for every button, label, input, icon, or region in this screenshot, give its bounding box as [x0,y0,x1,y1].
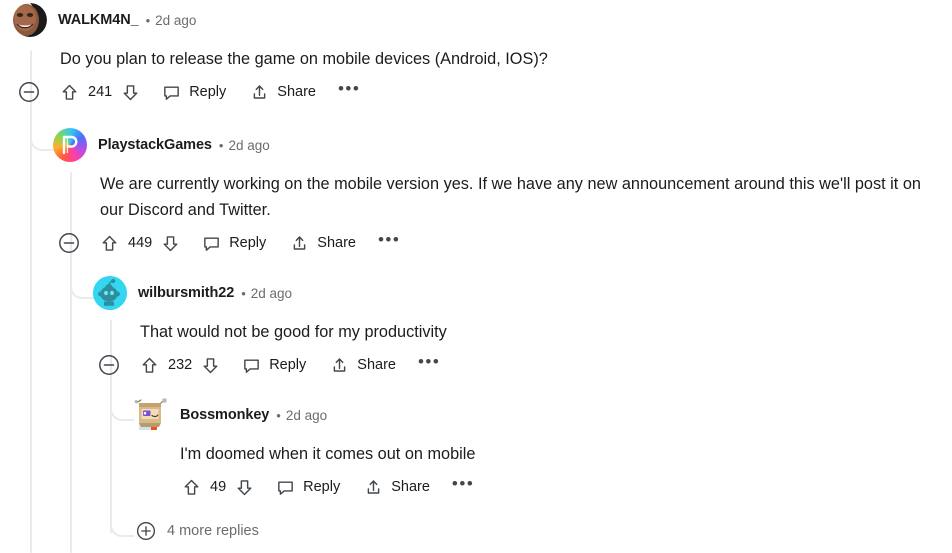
comment-body: We are currently working on the mobile v… [100,175,926,219]
share-label: Share [391,479,430,495]
more-options-button[interactable]: ••• [452,474,474,500]
username-separator: • [218,137,224,153]
comment-timestamp[interactable]: 2d ago [286,408,327,423]
share-button[interactable]: Share [290,230,356,256]
overflow-dots-icon: ••• [451,474,475,493]
comment-header: wilbursmith22 • 2d ago [80,273,952,313]
reply-label: Reply [269,357,307,373]
comment-header: Bossmonkey • 2d ago [120,395,952,435]
comment-action-row: 449 Reply Share ••• [58,230,952,256]
reply-label: Reply [229,235,267,251]
share-icon [250,83,269,102]
username-separator: • [241,285,246,301]
overflow-dots-icon: ••• [377,230,401,249]
overflow-dots-icon: ••• [417,352,441,371]
meme-face-avatar[interactable] [13,3,47,37]
collapse-comment-button[interactable] [18,79,40,105]
share-label: Share [277,84,316,100]
share-label: Share [357,357,396,373]
comment-timestamp[interactable]: 2d ago [155,13,196,28]
vote-group: 449 [100,230,180,256]
vote-count: 49 [210,479,227,495]
reply-button[interactable]: Reply [162,79,226,105]
overflow-dots-icon: ••• [337,79,361,98]
playstack-logo-avatar[interactable] [53,128,87,162]
upvote-button[interactable] [60,83,79,102]
username-separator: • [276,407,281,423]
vote-count: 232 [168,357,193,373]
more-options-button[interactable]: ••• [418,352,440,378]
vote-count: 449 [128,235,153,251]
comment-username[interactable]: WALKM4N_ [58,12,139,28]
box-robot-avatar[interactable] [133,397,169,433]
plus-circle-icon [136,521,156,541]
comment-action-row: 232 Reply Share ••• [98,352,952,378]
reply-label: Reply [303,479,341,495]
more-options-button[interactable]: ••• [378,230,400,256]
more-options-button[interactable]: ••• [338,79,360,105]
upvote-button[interactable] [140,356,159,375]
snoo-cyan-avatar[interactable] [93,276,127,310]
share-icon [330,356,349,375]
username-separator: • [145,12,151,28]
share-icon [364,478,383,497]
comment-username[interactable]: PlaystackGames [98,137,212,153]
comment-timestamp[interactable]: 2d ago [228,138,269,153]
share-label: Share [317,235,356,251]
thread-elbow-connector [110,513,134,537]
comment-bossmonkey: Bossmonkey • 2d ago I'm doomed when it c… [120,395,952,500]
comment-action-row: 49 Reply Share ••• [182,474,952,500]
comment-header: PlaystackGames • 2d ago [40,125,952,165]
comment-username[interactable]: Bossmonkey [180,407,269,423]
comment-body: I'm doomed when it comes out on mobile [180,445,476,463]
reply-label: Reply [189,84,227,100]
more-replies-button[interactable]: 4 more replies [136,521,259,541]
thread-line-depth-0[interactable] [30,50,32,553]
comment-bubble-icon [162,83,181,102]
share-icon [290,234,309,253]
comment-thread: WALKM4N_ • 2d ago Do you plan to release… [0,0,952,553]
reply-button[interactable]: Reply [202,230,266,256]
comment-playstackgames: PlaystackGames • 2d ago We are currently… [40,125,952,256]
comment-bubble-icon [202,234,221,253]
comment-body: Do you plan to release the game on mobil… [60,50,548,68]
upvote-button[interactable] [100,234,119,253]
comment-timestamp[interactable]: 2d ago [251,286,292,301]
vote-group: 241 [60,79,140,105]
upvote-button[interactable] [182,478,201,497]
vote-count: 241 [88,84,113,100]
comment-header: WALKM4N_ • 2d ago [0,0,952,40]
comment-bubble-icon [276,478,295,497]
comment-body: That would not be good for my productivi… [140,323,447,341]
vote-group: 232 [140,352,220,378]
share-button[interactable]: Share [330,352,396,378]
reply-button[interactable]: Reply [276,474,340,500]
collapse-comment-button[interactable] [98,352,120,378]
vote-group: 49 [182,474,254,500]
comment-wilbursmith22: wilbursmith22 • 2d ago That would not be… [80,273,952,378]
comment-walkm4n: WALKM4N_ • 2d ago Do you plan to release… [0,0,952,105]
downvote-button[interactable] [235,478,254,497]
comment-bubble-icon [242,356,261,375]
downvote-button[interactable] [121,83,140,102]
share-button[interactable]: Share [250,79,316,105]
collapse-comment-button[interactable] [58,230,80,256]
more-replies-label: 4 more replies [167,523,259,539]
comment-action-row: 241 Reply Share ••• [18,79,952,105]
share-button[interactable]: Share [364,474,430,500]
comment-username[interactable]: wilbursmith22 [138,285,234,301]
downvote-button[interactable] [161,234,180,253]
reply-button[interactable]: Reply [242,352,306,378]
downvote-button[interactable] [201,356,220,375]
